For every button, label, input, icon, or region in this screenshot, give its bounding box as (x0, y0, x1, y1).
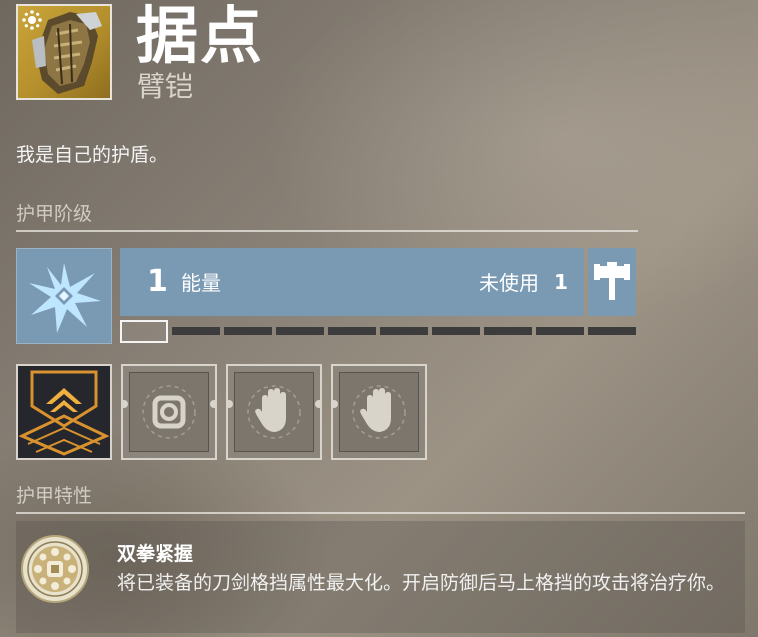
energy-value: 1 (147, 264, 168, 299)
armor-mod-chevron-icon (18, 366, 110, 458)
section-divider (16, 230, 638, 232)
hand-socket-icon (333, 385, 406, 439)
energy-segment (588, 327, 636, 335)
item-type: 臂铠 (137, 70, 194, 103)
energy-segment (380, 327, 428, 335)
item-icon[interactable] (16, 4, 112, 100)
perk-medallion-icon (21, 535, 89, 603)
item-inspect-screen: { "item": { "name": "据点", "type": "臂铠", … (0, 0, 758, 637)
unused-count: 1 (554, 270, 568, 294)
solar-icon (22, 10, 42, 30)
mod-socket-armor-mod[interactable] (16, 364, 112, 460)
unused-label: 未使用 (479, 271, 539, 295)
section-divider (16, 512, 745, 514)
perk-icon (20, 534, 90, 604)
mod-socket-empty[interactable] (121, 364, 217, 460)
gear-socket-icon (123, 385, 215, 439)
item-name: 据点 (136, 0, 265, 72)
mod-socket-empty[interactable] (331, 364, 427, 460)
energy-segment (276, 327, 324, 335)
energy-segment-filled (120, 320, 168, 343)
mod-socket-empty[interactable] (226, 364, 322, 460)
energy-segment (224, 327, 272, 335)
hand-socket-icon (228, 385, 320, 439)
hammer-icon (594, 262, 630, 300)
armor-perks-heading: 护甲特性 (16, 485, 93, 507)
energy-segment (172, 327, 220, 335)
energy-label: 能量 (181, 271, 221, 295)
perk-name: 双拳紧握 (117, 543, 194, 565)
armor-tier-heading: 护甲阶级 (16, 203, 93, 225)
class-item-slot[interactable] (588, 248, 636, 316)
energy-segment (484, 327, 532, 335)
energy-segment (432, 327, 480, 335)
energy-segment (536, 327, 584, 335)
energy-type-icon[interactable] (16, 248, 112, 344)
energy-segment (328, 327, 376, 335)
flavor-text: 我是自己的护盾。 (16, 144, 169, 166)
perk-description: 将已装备的刀剑格挡属性最大化。开启防御后马上格挡的攻击将治疗你。 (117, 572, 726, 594)
arc-energy-icon (29, 263, 101, 333)
